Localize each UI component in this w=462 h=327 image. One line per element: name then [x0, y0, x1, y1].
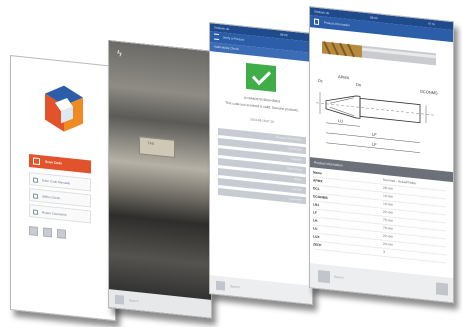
menu-label: Offline Check — [42, 194, 60, 201]
scan-code-button[interactable]: Scan Code — [29, 153, 91, 174]
help-icon[interactable] — [57, 228, 66, 239]
app-logo — [37, 81, 91, 141]
search-input[interactable]: Search — [230, 284, 240, 289]
search-input[interactable]: Search — [334, 275, 344, 280]
drawing-label: Dc — [318, 78, 323, 83]
offline-icon — [33, 193, 38, 199]
result-date: 2014-03-18 07:15 — [250, 117, 274, 124]
info-icon[interactable] — [29, 225, 38, 236]
row-value: 22 mm — [383, 233, 394, 239]
row-name: LH — [313, 218, 318, 223]
drawing-label: DCONMS — [420, 89, 438, 96]
drawing-label: LF — [372, 142, 377, 148]
report-counterfeit-item[interactable]: Report Counterfeit — [29, 203, 91, 224]
back-icon[interactable] — [318, 269, 330, 284]
settings-icon[interactable] — [43, 227, 52, 238]
row-value: 24 mm — [383, 241, 394, 247]
sub-title: Authenticity Check — [214, 44, 239, 52]
verify-phone: Telekom.de 09:03 Verify a Product Authen… — [209, 22, 313, 305]
drawing-label: APMX — [338, 74, 350, 80]
row-name: LF — [313, 210, 318, 215]
drawing-label: LF — [372, 132, 377, 138]
scan-code-label: Scan Code — [45, 159, 63, 166]
warning-icon — [33, 209, 38, 215]
check-mark-icon — [246, 62, 276, 93]
button-label: Overview — [289, 196, 302, 202]
menu-icon[interactable] — [214, 33, 219, 41]
camera-view — [109, 41, 212, 301]
row-name: APMX — [313, 178, 323, 184]
column-header: Name — [313, 170, 322, 176]
product-info-phone: Telekom.de 08:03 47 % Product informatio… — [309, 6, 454, 304]
back-icon[interactable] — [216, 280, 225, 291]
section-title: Product information — [314, 160, 343, 168]
menu-label: Enter Code Manually — [42, 178, 71, 186]
drawing-label: Dn — [356, 82, 361, 88]
app-home-phone: Scan Code Enter Code Manually Offline Ch… — [10, 55, 116, 322]
forward-icon[interactable] — [436, 282, 448, 296]
row-name: LU — [313, 226, 318, 231]
row-value: 10 mm — [383, 201, 394, 207]
carrier-label: Telekom.de — [314, 9, 330, 16]
button-label: Share — [293, 176, 302, 182]
row-value: 22 mm — [383, 209, 394, 215]
row-value: 70 mm — [383, 225, 394, 231]
row-name: ZEFP — [313, 242, 322, 248]
row-value: 3 — [383, 249, 385, 254]
camera-scan-phone: ϟ TAG Search — [108, 40, 212, 319]
bottom-bar — [210, 275, 313, 305]
row-value: 10 mm — [383, 193, 394, 199]
row-value: 75 mm — [383, 217, 394, 223]
scanned-tag — [139, 136, 175, 159]
bottom-bar — [310, 263, 454, 304]
button-label: Register — [290, 156, 302, 162]
row-value: 28 mm — [383, 185, 394, 191]
back-icon[interactable] — [115, 294, 124, 305]
carrier-label: Telekom.de — [214, 25, 230, 32]
tag-text: TAG — [147, 142, 155, 147]
row-name: LB1 — [313, 202, 320, 208]
menu-label: Report Counterfeit — [42, 210, 67, 217]
button-label: Certificate — [288, 146, 302, 152]
button-label: Contact — [291, 186, 302, 192]
button-label: Product information — [275, 135, 302, 142]
row-name: LUX — [313, 234, 320, 240]
document-icon — [314, 18, 319, 26]
flash-icon[interactable]: ϟ — [117, 48, 122, 59]
row-name: DCL — [313, 186, 320, 192]
header-title: Verify a Product — [222, 35, 245, 42]
button-label: Open Docs — [286, 166, 302, 172]
header-title: Product information — [323, 20, 350, 28]
drawing-label: LU — [338, 118, 343, 124]
scan-icon — [33, 157, 40, 166]
pencil-icon — [33, 177, 38, 183]
technical-drawing: Dc APMX Dn DCONMS LU LF LF — [316, 62, 446, 166]
search-input[interactable]: Search — [129, 298, 139, 303]
